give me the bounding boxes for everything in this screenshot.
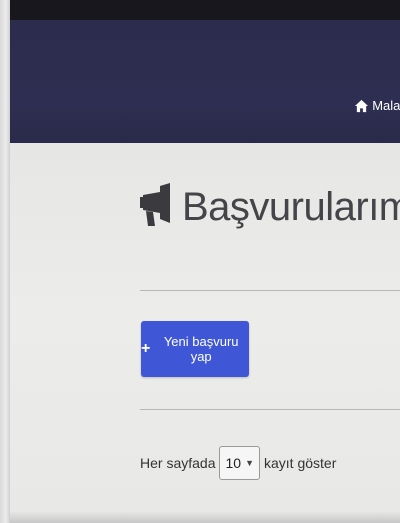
nav-home-label: Malat (372, 98, 400, 113)
page-size-select[interactable]: 10 ▼ (219, 446, 260, 480)
page-header: Başvurularım (140, 183, 400, 232)
page-size-value: 10 (225, 455, 242, 471)
plus-icon: + (141, 340, 151, 357)
bottom-edge (10, 511, 400, 523)
new-application-label: Yeni başvuru yap (163, 334, 239, 364)
main-content: Başvurularım + Yeni başvuru yap Her sayf… (10, 143, 400, 523)
page-title: Başvurularım (182, 185, 400, 229)
header-divider (140, 290, 400, 291)
top-navbar: Malat (10, 20, 400, 143)
length-suffix-label: kayıt göster (263, 455, 337, 471)
screen-bezel (0, 0, 10, 523)
chevron-down-icon: ▼ (245, 458, 254, 468)
nav-home-link[interactable]: Malat (354, 98, 400, 113)
megaphone-icon (140, 183, 174, 232)
table-length-control: Her sayfada 10 ▼ kayıt göster (140, 446, 336, 480)
new-application-button[interactable]: + Yeni başvuru yap (141, 321, 249, 377)
home-icon (354, 99, 369, 113)
browser-viewport: Malat Başvurularım + Yeni başvuru yap He… (0, 0, 400, 523)
top-edge (0, 0, 400, 20)
actions-divider (140, 409, 400, 410)
length-prefix-label: Her sayfada (140, 455, 216, 471)
